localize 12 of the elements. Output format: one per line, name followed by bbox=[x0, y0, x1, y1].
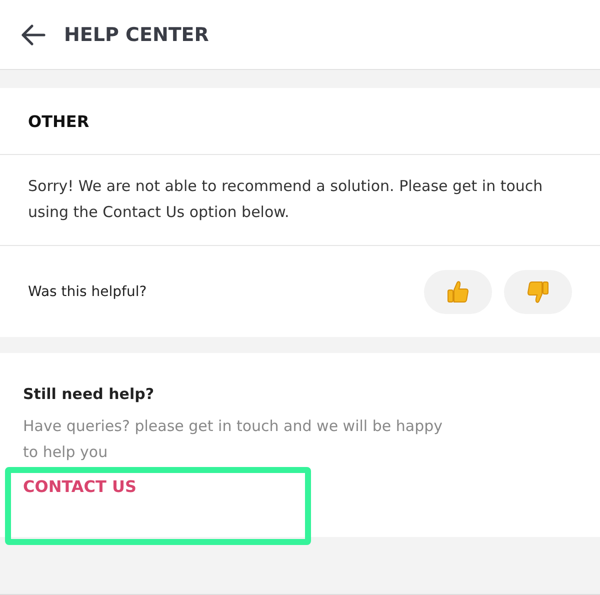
article-text: Sorry! We are not able to recommend a solution. Please get in touch using the Contact Us option below. bbox=[28, 177, 543, 221]
help-text: Have queries? please get in touch and we will be happy to help you bbox=[23, 416, 443, 463]
thumbs-down-icon bbox=[527, 280, 549, 304]
help-title: Still need help? bbox=[23, 385, 154, 403]
thumbs-down-button[interactable] bbox=[504, 270, 572, 314]
page-title: HELP CENTER bbox=[64, 24, 209, 46]
thumbs-up-icon bbox=[447, 280, 469, 304]
article-title: OTHER bbox=[28, 112, 90, 130]
thumbs-up-button[interactable] bbox=[424, 270, 492, 314]
back-arrow-icon[interactable] bbox=[20, 24, 46, 46]
contact-us-link[interactable]: CONTACT US bbox=[23, 477, 137, 496]
feedback-question: Was this helpful? bbox=[28, 284, 147, 300]
